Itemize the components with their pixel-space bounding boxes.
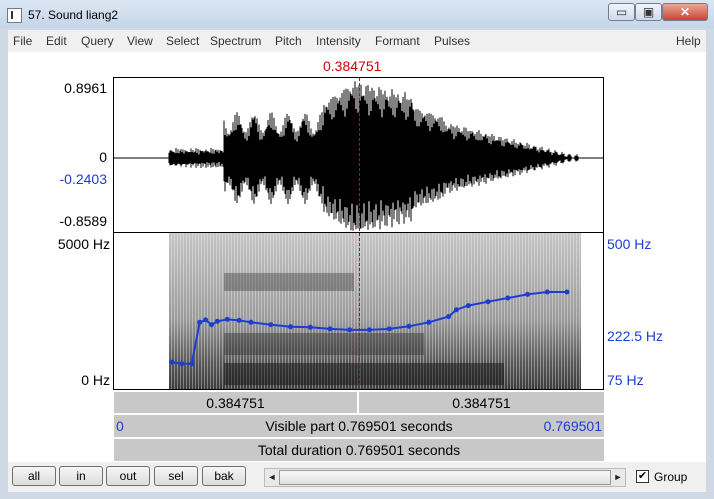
cursor-time-label: 0.384751 — [323, 58, 382, 74]
menu-select[interactable]: Select — [166, 34, 199, 48]
spectrogram-plot — [169, 233, 581, 389]
restore-icon[interactable]: ▣ — [635, 3, 662, 21]
pitch-point — [446, 314, 451, 320]
pitch-point — [209, 322, 214, 328]
menu-pulses[interactable]: Pulses — [434, 34, 470, 48]
pitch-point — [248, 319, 254, 325]
formant-band — [224, 273, 354, 291]
pitch-point — [426, 319, 432, 325]
scroll-right-icon[interactable]: ► — [611, 469, 625, 486]
pitch-point — [564, 289, 570, 295]
pitch-point — [224, 316, 230, 322]
pitch-point — [179, 361, 185, 367]
formant-band — [224, 333, 424, 355]
close-icon[interactable]: ✕ — [662, 3, 708, 21]
bak-button[interactable]: bak — [202, 466, 246, 486]
pitch-top-label: 500 Hz — [607, 236, 652, 252]
menu-edit[interactable]: Edit — [46, 34, 67, 48]
scroll-left-icon[interactable]: ◄ — [265, 469, 279, 486]
waveform-trace — [168, 81, 579, 231]
pitch-point — [453, 307, 459, 313]
menu-bar: File Edit Query View Select Spectrum Pit… — [8, 30, 706, 52]
pitch-point — [505, 295, 511, 301]
horizontal-scrollbar[interactable]: ◄ ► — [264, 468, 626, 487]
pitch-mid-label: 222.5 Hz — [607, 328, 664, 344]
pitch-point — [347, 327, 353, 333]
pitch-point — [485, 299, 491, 305]
visible-start: 0 — [116, 418, 124, 434]
waveform-min-label: -0.8589 — [59, 213, 107, 229]
pitch-point — [214, 318, 220, 324]
menu-pitch[interactable]: Pitch — [275, 34, 302, 48]
pitch-point — [189, 361, 195, 367]
waveform-cursor-value: -0.2403 — [59, 171, 107, 187]
total-duration-bar[interactable]: Total duration 0.769501 seconds — [113, 438, 605, 462]
spectrogram-panel[interactable] — [113, 233, 604, 390]
menu-query[interactable]: Query — [81, 34, 114, 48]
window-title: 57. Sound liang2 — [28, 8, 119, 22]
pitch-point — [386, 326, 392, 332]
sel-button[interactable]: sel — [154, 466, 198, 486]
pitch-bottom-label: 75 Hz — [607, 372, 644, 388]
waveform-path — [168, 81, 579, 231]
time-bar-left[interactable]: 0.384751 — [113, 391, 358, 414]
waveform-max-label: 0.8961 — [64, 80, 107, 96]
waveform-plot — [114, 78, 603, 232]
pitch-point — [465, 303, 471, 309]
visible-part-text: Visible part 0.769501 seconds — [265, 418, 453, 434]
bottom-toolbar: all in out sel bak ◄ ► ✔ Group — [8, 462, 706, 492]
minimize-icon[interactable]: ▭ — [608, 3, 635, 21]
menu-spectrum[interactable]: Spectrum — [210, 34, 261, 48]
waveform-zero-label: 0 — [99, 149, 107, 165]
pitch-point — [236, 317, 242, 323]
praat-app-icon — [7, 8, 22, 23]
visible-part-bar[interactable]: 0 Visible part 0.769501 seconds 0.769501 — [113, 414, 605, 438]
menu-help[interactable]: Help — [676, 34, 701, 48]
pitch-point — [169, 359, 175, 365]
group-label: Group — [654, 470, 688, 484]
menu-view[interactable]: View — [127, 34, 153, 48]
pitch-point — [268, 322, 274, 328]
pitch-point — [197, 319, 203, 325]
menu-intensity[interactable]: Intensity — [316, 34, 361, 48]
pitch-point — [525, 291, 530, 297]
time-bar-right[interactable]: 0.384751 — [358, 391, 605, 414]
pitch-point — [203, 317, 209, 323]
pitch-point — [327, 326, 333, 332]
pitch-point — [367, 327, 372, 333]
scroll-thumb[interactable] — [279, 470, 611, 485]
group-checkbox[interactable]: ✔ — [636, 470, 649, 483]
in-button[interactable]: in — [59, 466, 103, 486]
pitch-point — [406, 323, 412, 329]
menu-formant[interactable]: Formant — [375, 34, 420, 48]
all-button[interactable]: all — [12, 466, 56, 486]
pitch-point — [288, 324, 293, 330]
spectrogram-top-freq: 5000 Hz — [57, 236, 110, 252]
pitch-point — [544, 289, 550, 295]
waveform-panel[interactable] — [113, 77, 604, 233]
visible-end: 0.769501 — [543, 418, 602, 434]
formant-band — [224, 363, 504, 385]
menu-file[interactable]: File — [13, 34, 32, 48]
spectrogram-bottom-freq: 0 Hz — [81, 372, 110, 388]
title-bar: 57. Sound liang2 ▭ ▣ ✕ — [0, 0, 714, 28]
out-button[interactable]: out — [106, 466, 150, 486]
pitch-point — [307, 324, 313, 330]
